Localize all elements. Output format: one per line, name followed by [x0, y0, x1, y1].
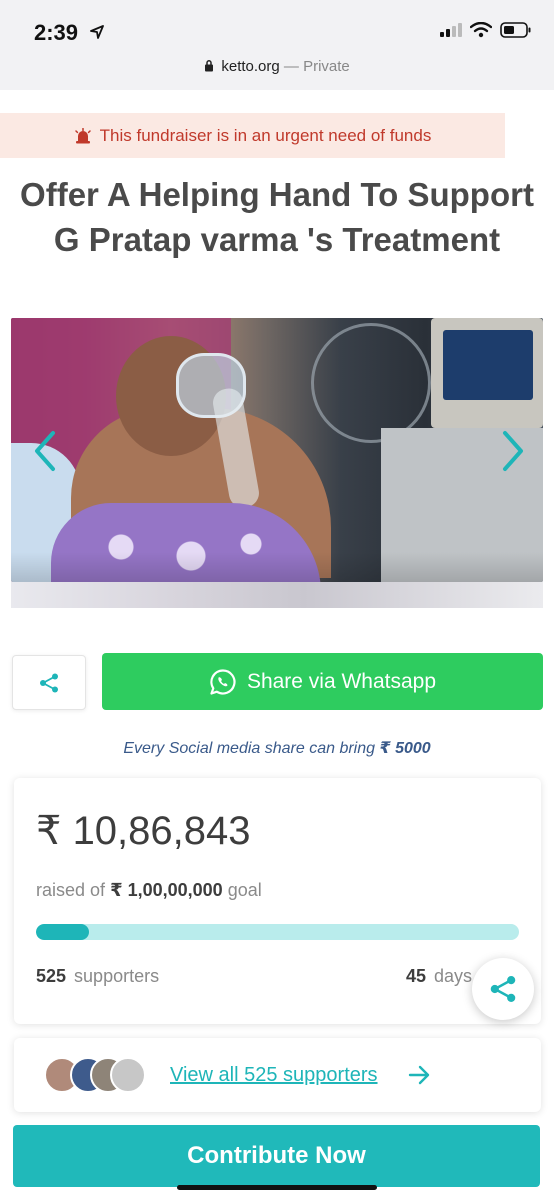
wifi-icon [470, 22, 492, 38]
share-icon [490, 976, 516, 1002]
days-label: days [434, 966, 473, 986]
image-thumbnail-strip [11, 582, 543, 608]
supporters-count: 525 supporters [36, 966, 159, 987]
clock: 2:39 [34, 20, 79, 45]
raised-amount: ₹ 10,86,843 [36, 809, 251, 853]
status-bar: 2:39 ketto.org — Private [0, 0, 554, 90]
location-arrow-icon [90, 25, 104, 39]
progress-bar [36, 924, 519, 940]
social-note-text: Every Social media share can bring [123, 740, 376, 757]
private-label: — Private [283, 58, 350, 75]
social-note-amount: ₹ 5000 [379, 740, 431, 757]
goal-amount: ₹ 1,00,00,000 [110, 880, 223, 900]
page-content: This fundraiser is in an urgent need of … [0, 90, 554, 1200]
signal-icon [440, 23, 462, 37]
supporters-number: 525 [36, 966, 67, 986]
campaign-image[interactable] [11, 318, 543, 582]
siren-icon [74, 127, 91, 143]
contribute-now-button[interactable]: Contribute Now [13, 1125, 540, 1187]
funding-card: ₹ 10,86,843 raised of ₹ 1,00,00,000 goal… [14, 778, 541, 1024]
whatsapp-share-label: Share via Whatsapp [246, 669, 437, 693]
progress-fill [36, 924, 89, 940]
share-button[interactable] [12, 655, 86, 710]
carousel-next-button[interactable] [493, 426, 533, 476]
goal-line: raised of ₹ 1,00,00,000 goal [36, 880, 262, 901]
carousel-prev-button[interactable] [25, 426, 65, 476]
avatar [110, 1057, 146, 1093]
social-share-note: Every Social media share can bring ₹ 500… [0, 738, 554, 758]
days-left: 45 days [406, 966, 472, 987]
whatsapp-icon [210, 668, 236, 695]
arrow-right-icon [408, 1065, 430, 1085]
url-bar[interactable]: ketto.org — Private [0, 58, 554, 75]
view-all-supporters-link[interactable]: View all 525 supporters [170, 1064, 378, 1087]
url-text: ketto.org [221, 58, 280, 75]
goal-prefix: raised of [36, 880, 106, 900]
supporter-avatars [44, 1057, 164, 1093]
floating-share-button[interactable] [472, 958, 534, 1020]
goal-suffix: goal [227, 880, 262, 900]
days-number: 45 [406, 966, 427, 986]
home-indicator[interactable] [177, 1185, 377, 1190]
page-title: Offer A Helping Hand To Support G Pratap… [20, 176, 534, 258]
status-icons [440, 22, 532, 38]
chevron-right-icon [503, 431, 523, 471]
whatsapp-share-button[interactable]: Share via Whatsapp [102, 653, 543, 710]
urgent-text: This fundraiser is in an urgent need of … [99, 125, 432, 145]
urgent-banner: This fundraiser is in an urgent need of … [0, 113, 505, 158]
supporters-label: supporters [74, 966, 160, 986]
battery-icon [500, 22, 531, 38]
lock-icon [205, 60, 214, 72]
share-icon [40, 673, 58, 692]
supporters-preview[interactable]: View all 525 supporters [14, 1038, 541, 1112]
chevron-left-icon [35, 431, 55, 471]
